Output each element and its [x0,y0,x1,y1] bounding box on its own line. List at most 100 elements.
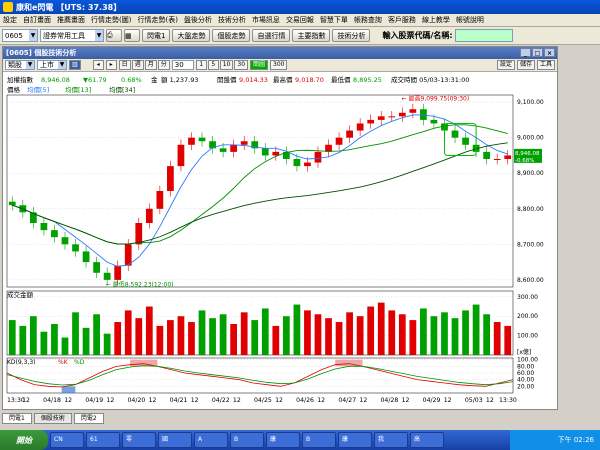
chart-type-button[interactable]: ▥ [69,60,81,70]
menu-item[interactable]: 設定 [0,15,20,25]
price-axis-label: 8,700.00 [517,241,544,248]
count-button[interactable]: 300 [270,60,288,70]
taskbar-item[interactable]: 康 [338,432,372,448]
taskbar-item[interactable]: 61 [86,432,120,448]
maximize-button[interactable]: □ [532,48,543,57]
doc-title: [0605] 個股技術分析 [6,49,77,57]
candle-body [367,119,375,124]
market-combo[interactable]: 上市 ▼ [37,60,67,70]
volume-bar [167,320,174,355]
taskbar-item[interactable]: CN [50,432,84,448]
symbol-combo[interactable]: 0605 ▼ [2,29,38,42]
taskbar-item[interactable]: B [230,432,264,448]
menu-item[interactable]: 交易回報 [283,15,317,25]
start-button[interactable]: 開始 [0,430,48,450]
toolbar-buttons: 閃電1 大盤走勢 個股走勢 自選行情 主要指數 技術分析 [142,29,371,42]
candle-body [124,244,132,266]
x-axis-label: 05/03 [465,397,483,404]
menu-item[interactable]: 客戶服務 [385,15,419,25]
period-button[interactable]: 週 [131,60,144,70]
menu-item[interactable]: 技術分析 [215,15,249,25]
volume-bar [493,322,501,355]
menu-item[interactable]: 自訂畫面 [20,15,54,25]
kd-legend-item: %K [58,359,69,366]
minimize-button[interactable]: _ [520,48,531,57]
taskbar-item[interactable]: 零 [122,432,156,448]
volume-bar [304,310,311,355]
interval-button[interactable]: 1 [195,60,207,70]
menu-item[interactable]: 帳務查詢 [351,15,385,25]
x-axis-label: 12 [444,397,452,404]
candle-body [304,162,311,167]
candle-body [8,201,16,206]
volume-bar [156,325,164,355]
menu-item[interactable]: 市場訊息 [249,15,283,25]
candle-body [93,262,100,273]
print-icon[interactable]: ⎙ [106,29,122,42]
volume-bar [367,306,375,355]
doc-tab[interactable]: 個股技術 [33,413,72,424]
menu-item[interactable]: 帳號說明 [453,15,487,25]
taskbar-item[interactable]: 高 [410,432,444,448]
candle-body [504,155,512,159]
interval-combo[interactable]: 30 [171,60,194,70]
toolbar-button[interactable]: 大盤走勢 [172,29,211,42]
x-axis-label: 12 [22,397,30,404]
volume-bar [103,333,111,355]
volume-bar [51,323,58,355]
volume-bar [282,316,290,355]
close-button[interactable]: × [544,48,555,57]
doc-tab[interactable]: 閃電1 [2,413,32,424]
chart-tool-button[interactable]: 儲存 [516,60,535,70]
candle-body [346,130,353,138]
period-button[interactable]: 分 [157,60,170,70]
low-annotation: ← 最低8,592.23(12:00) [106,281,174,289]
menu-item[interactable]: 行情走勢(表) [134,15,180,25]
menu-item[interactable]: 線上教學 [419,15,453,25]
x-axis-label: 04/19 [85,397,103,404]
toolbar-button[interactable]: 技術分析 [332,29,371,42]
taskbar-item[interactable]: B [302,432,336,448]
system-tray: 下午 02:26 [510,430,600,450]
volume-axis-label: 100.00 [517,333,538,340]
price-legend-item: 均價[13] [65,85,91,94]
period-button[interactable]: 月 [144,60,157,70]
chart-tool-button[interactable]: 工具 [536,60,555,70]
category-combo[interactable]: 類股 ▼ [5,60,35,70]
toolbar-button[interactable]: 個股走勢 [212,29,251,42]
taskbar-item[interactable]: 國 [158,432,192,448]
taskbar-item[interactable]: A [194,432,228,448]
period-button[interactable]: 日 [118,60,131,70]
symbol-search-input[interactable] [454,29,513,42]
interval-button[interactable]: 30 [234,60,249,70]
next-button[interactable]: ▸ [105,60,117,70]
app-titlebar: 康和e閃電 【UTS: 37.38】 [0,0,600,14]
menu-item[interactable]: 盤後分析 [181,15,215,25]
tool-combo[interactable]: 證券常用工具 ▼ [40,29,104,42]
doc-tab[interactable]: 閃電2 [73,413,104,424]
menu-item[interactable]: 行情走勢(圖) [88,15,134,25]
volume-bar [325,318,332,355]
grid-icon[interactable]: ▦ [124,29,140,42]
menu-item[interactable]: 推薦畫面 [54,15,88,25]
search-label: 輸入股票代碼/名稱: [382,31,453,40]
candle-body [135,223,143,245]
interval-button[interactable]: 10 [219,60,234,70]
interval-value: 30 [174,61,184,69]
chart-tool-button[interactable]: 設定 [496,60,515,70]
info-value: 加權指數 [7,75,34,84]
toolbar-button[interactable]: 自選行情 [252,29,291,42]
chart-area[interactable]: 加權指數 8,946.08 ▼61.79 0.68% 金額 1,237.93 開盤價 9,0… [3,73,557,409]
simple-chart-button[interactable]: 簡圖 [250,60,269,70]
taskbar-item[interactable]: 康 [266,432,300,448]
prev-button[interactable]: ◂ [92,60,104,70]
menu-item[interactable]: 智慧下單 [317,15,351,25]
toolbar-button[interactable]: 閃電1 [142,29,171,42]
interval-button[interactable]: 5 [207,60,219,70]
toolbar-button[interactable]: 主要指數 [292,29,331,42]
taskbar-item[interactable]: 我 [374,432,408,448]
price-axis-label: 9,100.00 [517,99,544,106]
volume-bar [240,312,248,355]
chart-controls: 類股 ▼ 上市 ▼ ▥ ◂ ▸ 日週月分 30 1 5 10 30 簡圖 300 設定 儲存… [3,59,557,72]
candle-body [240,141,248,145]
